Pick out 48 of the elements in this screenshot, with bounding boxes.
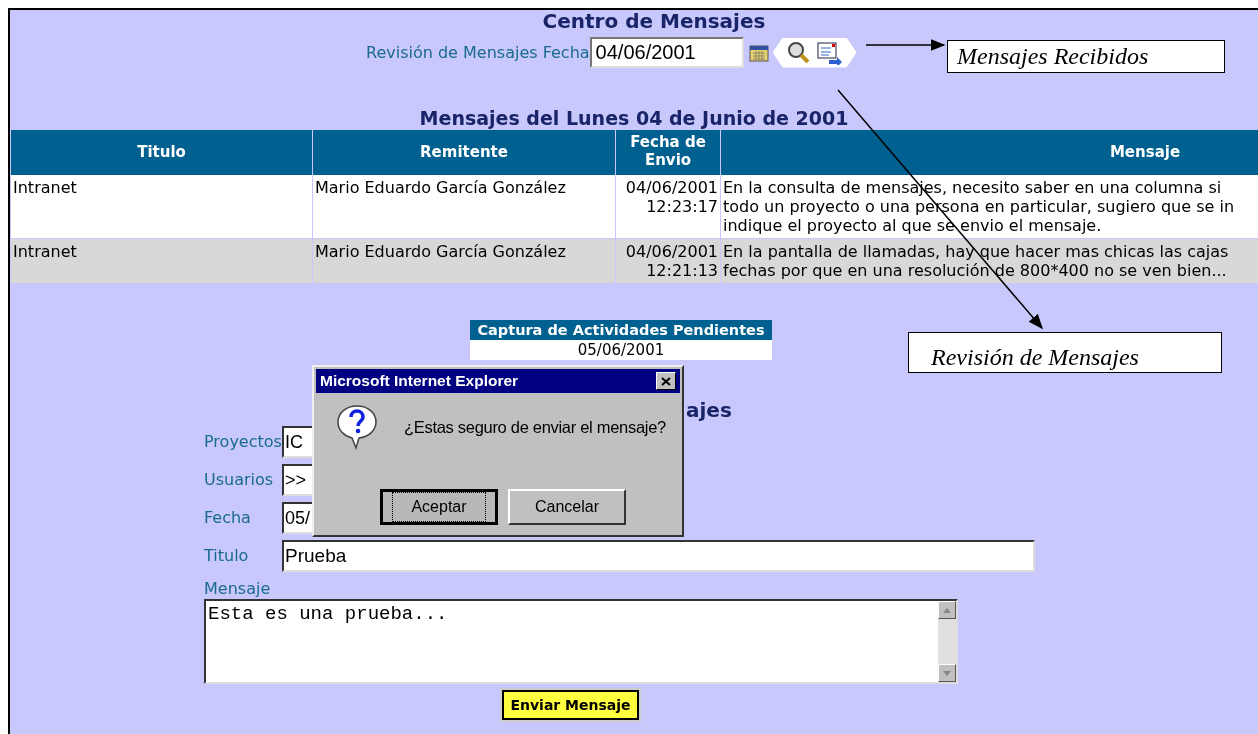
message-label: Mensaje xyxy=(204,579,271,598)
page-title: Centro de Mensajes xyxy=(542,10,766,32)
dialog-button[interactable]: Cancelar xyxy=(508,489,626,525)
table-cell-text: 12:21:13 xyxy=(645,261,718,280)
message-text: Esta es una prueba... xyxy=(207,602,449,627)
table-cell-text: 12:23:17 xyxy=(645,197,718,216)
table-cell-text: 04/06/2001 xyxy=(624,242,718,261)
form-heading: ajes xyxy=(686,398,732,422)
message-arrow-icon[interactable] xyxy=(816,40,843,65)
callout-label: Revisión de Mensajes xyxy=(908,332,1222,373)
table-cell-text: Intranet xyxy=(13,178,78,197)
field-label: Usuarios xyxy=(204,469,275,491)
close-button[interactable] xyxy=(656,372,676,390)
scrollbar[interactable] xyxy=(938,601,956,682)
caret-up-icon xyxy=(943,607,951,613)
table-cell-text: En la pantalla de llamadas, hay que hacer mas chicas las cajas xyxy=(723,242,1230,261)
column-header: Mensaje xyxy=(1109,143,1181,162)
question-icon xyxy=(334,403,380,451)
pending-date: 05/06/2001 xyxy=(470,340,772,360)
field-label: Proyectos xyxy=(204,431,282,453)
table-cell-text: indique el proyecto al que se envio el mensaje. xyxy=(723,216,1103,235)
calendar-icon[interactable] xyxy=(748,43,769,62)
message-field[interactable]: Esta es una prueba... xyxy=(204,599,958,684)
callout-label: Mensajes Recibidos xyxy=(947,40,1225,73)
column-header: Fecha de Envio xyxy=(629,133,707,170)
table-cell-text: Mario Eduardo García González xyxy=(315,242,567,261)
column-header: Titulo xyxy=(137,143,186,162)
caret-down-icon xyxy=(943,670,951,676)
search-icon[interactable] xyxy=(786,40,811,65)
scroll-down-button[interactable] xyxy=(938,664,956,682)
field-label: Titulo xyxy=(204,545,250,567)
dialog-message: ¿Estas seguro de enviar el mensaje? xyxy=(404,416,666,438)
pending-header: Captura de Actividades Pendientes xyxy=(470,320,772,340)
table-cell-text: fechas por que en una resolución de 800*400 no se ven bien... xyxy=(723,261,1228,280)
date-field[interactable]: 04/06/2001 xyxy=(589,37,744,68)
table-cell-text: 04/06/2001 xyxy=(624,178,718,197)
send-button[interactable]: Enviar Mensaje xyxy=(502,690,639,720)
input-field[interactable]: Prueba xyxy=(282,540,1035,572)
dialog-button[interactable]: Aceptar xyxy=(380,489,498,525)
column-header: Remitente xyxy=(420,143,508,162)
table-cell-text: Intranet xyxy=(13,242,78,261)
dialog-title: Microsoft Internet Explorer xyxy=(320,371,519,392)
date-label: Revisión de Mensajes Fecha xyxy=(366,41,590,64)
field-label: Fecha xyxy=(204,507,252,529)
close-icon xyxy=(661,376,671,386)
table-cell-text: Mario Eduardo García González xyxy=(315,178,567,197)
scroll-up-button[interactable] xyxy=(938,601,956,619)
messages-heading: Mensajes del Lunes 04 de Junio de 2001 xyxy=(419,107,849,129)
